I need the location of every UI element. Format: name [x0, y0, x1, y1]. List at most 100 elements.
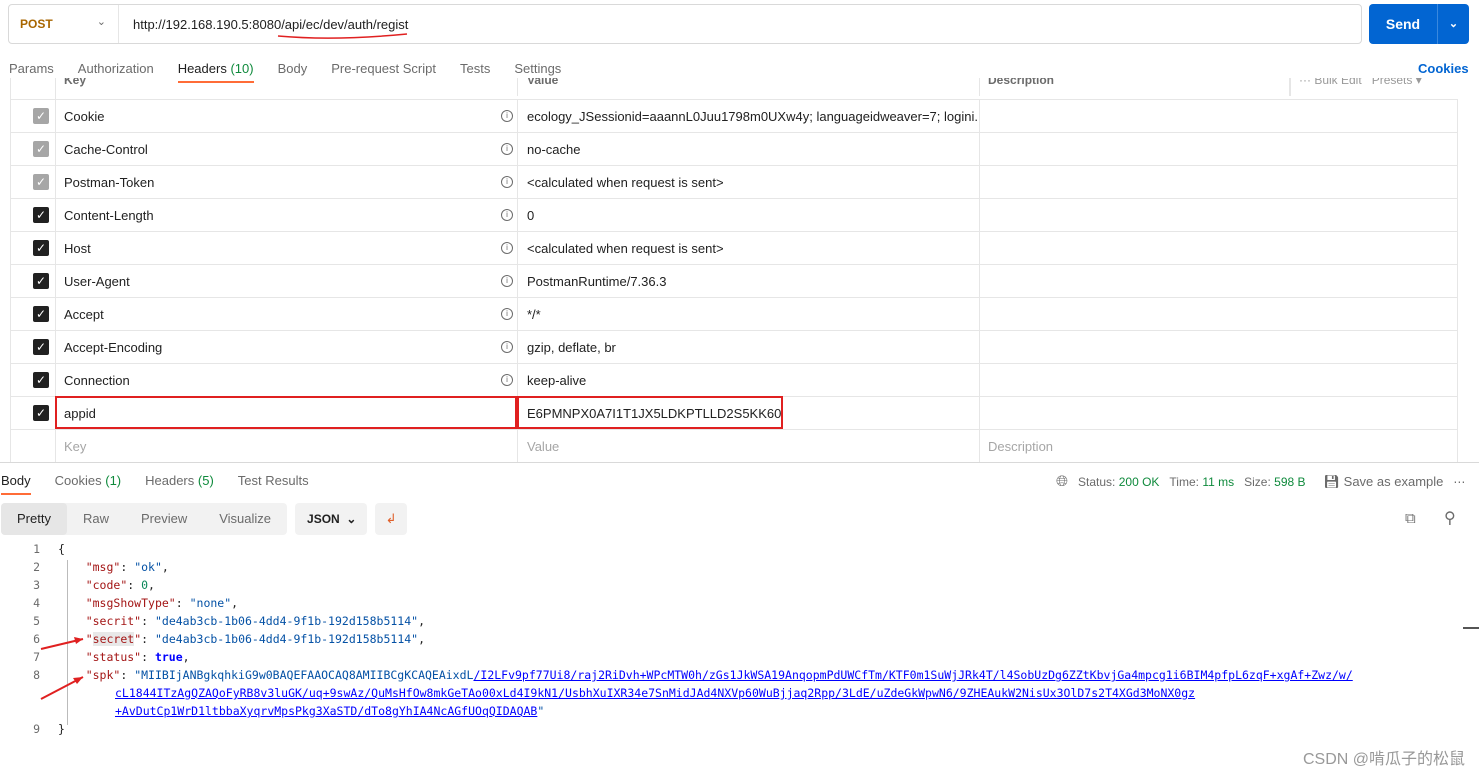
more-icon[interactable]: ⋯: [1453, 475, 1465, 489]
header-key[interactable]: Connection i: [56, 364, 518, 397]
spk-link[interactable]: /I2LFv9pf77Ui8/raj2RiDvh+WPcMTW0h/zGs1Jk…: [473, 668, 1352, 682]
row-checkbox[interactable]: ✓: [33, 339, 49, 355]
tab-response-body[interactable]: Body: [1, 473, 43, 495]
row-checkbox[interactable]: ✓: [33, 174, 49, 190]
row-checkbox[interactable]: ✓: [33, 141, 49, 157]
header-key[interactable]: Content-Length i: [56, 199, 518, 232]
header-value[interactable]: ecology_JSessionid=aaannL0Juu1798m0UXw4y…: [518, 100, 980, 133]
header-value[interactable]: keep-alive: [518, 364, 980, 397]
row-checkbox[interactable]: ✓: [33, 405, 49, 421]
globe-icon[interactable]: 🌐︎: [1056, 473, 1068, 490]
header-value[interactable]: 0: [518, 199, 980, 232]
bulk-edit-link[interactable]: Bulk Edit: [1314, 78, 1361, 87]
header-key[interactable]: Host i: [56, 232, 518, 265]
table-row: ✓ User-Agent i PostmanRuntime/7.36.3: [11, 265, 1458, 298]
tab-headers[interactable]: Headers (10): [177, 61, 266, 83]
header-value[interactable]: <calculated when request is sent>: [518, 232, 980, 265]
tab-settings[interactable]: Settings: [514, 61, 573, 76]
header-key[interactable]: Postman-Token i: [56, 166, 518, 199]
search-icon[interactable]: ⚲: [1444, 508, 1456, 528]
time-value: 11 ms: [1202, 474, 1235, 489]
header-value[interactable]: gzip, deflate, br: [518, 331, 980, 364]
tab-pre-request-script[interactable]: Pre-request Script: [331, 61, 448, 76]
cookies-link[interactable]: Cookies: [1418, 61, 1469, 76]
annotation-arrow: [40, 637, 84, 650]
row-checkbox[interactable]: ✓: [33, 108, 49, 124]
wrap-lines-icon[interactable]: ↲: [375, 503, 408, 535]
info-icon[interactable]: i: [501, 341, 513, 353]
header-description[interactable]: [980, 199, 1458, 232]
request-bar: POST ⌄ http://192.168.190.5:8080/api/ec/d…: [8, 4, 1362, 44]
url-host: http://192.168.190.5:8080: [133, 17, 282, 32]
view-switcher: Pretty Raw Preview Visualize: [1, 503, 288, 535]
info-icon[interactable]: i: [501, 374, 513, 386]
table-row: ✓ Accept i */*: [11, 298, 1458, 331]
info-icon[interactable]: i: [501, 209, 513, 221]
view-visualize[interactable]: Visualize: [203, 503, 287, 535]
tab-response-cookies[interactable]: Cookies (1): [55, 473, 133, 488]
header-key[interactable]: User-Agent i: [56, 265, 518, 298]
row-checkbox[interactable]: ✓: [33, 306, 49, 322]
save-icon: 💾︎: [1323, 473, 1341, 489]
header-key[interactable]: Accept-Encoding i: [56, 331, 518, 364]
info-icon[interactable]: i: [501, 176, 513, 188]
response-toolbar: Pretty Raw Preview Visualize JSON ⌄ ↲: [1, 503, 408, 535]
header-description[interactable]: [980, 166, 1458, 199]
divider: [0, 462, 1479, 463]
info-icon[interactable]: i: [501, 143, 513, 155]
header-description[interactable]: [980, 133, 1458, 166]
spk-link[interactable]: +AvDutCp1WrD1ltbbaXyqrvMpsPkg3XaSTD/dTo8…: [115, 704, 537, 718]
tab-params[interactable]: Params: [9, 61, 66, 76]
presets-dropdown[interactable]: Presets: [1372, 78, 1413, 87]
table-row: ✓ Postman-Token i <calculated when reques…: [11, 166, 1458, 199]
tab-tests[interactable]: Tests: [460, 61, 502, 76]
header-description[interactable]: [980, 265, 1458, 298]
annotation-box-value: [517, 396, 783, 429]
row-checkbox[interactable]: ✓: [33, 240, 49, 256]
header-description[interactable]: [980, 232, 1458, 265]
view-pretty[interactable]: Pretty: [1, 503, 67, 535]
new-key-input[interactable]: Key: [56, 430, 518, 463]
header-description[interactable]: [980, 397, 1458, 430]
info-icon[interactable]: i: [501, 275, 513, 287]
header-description[interactable]: [980, 100, 1458, 133]
new-value-input[interactable]: Value: [518, 430, 980, 463]
response-meta: 🌐︎ Status: 200 OK Time: 11 ms Size: 598 …: [1056, 473, 1466, 490]
save-as-example-button[interactable]: 💾︎ Save as example: [1324, 474, 1444, 490]
chevron-down-icon[interactable]: ⌄: [1437, 4, 1469, 44]
row-checkbox[interactable]: ✓: [33, 372, 49, 388]
header-description[interactable]: [980, 331, 1458, 364]
method-select[interactable]: POST ⌄: [9, 5, 119, 43]
header-key[interactable]: Cookie i: [56, 100, 518, 133]
header-description[interactable]: [980, 298, 1458, 331]
tab-authorization[interactable]: Authorization: [78, 61, 166, 76]
method-label: POST: [20, 17, 53, 31]
column-value: Value: [518, 78, 980, 96]
format-select[interactable]: JSON ⌄: [295, 503, 368, 535]
view-preview[interactable]: Preview: [125, 503, 203, 535]
spk-link[interactable]: cL1844ITzAgQZAQoFyRB8v3luGK/uq+9swAz/QuM…: [115, 686, 1195, 700]
info-icon[interactable]: i: [501, 110, 513, 122]
copy-icon[interactable]: ⧉: [1405, 510, 1416, 527]
tab-body[interactable]: Body: [278, 61, 320, 76]
scrollbar[interactable]: [1463, 627, 1479, 629]
view-raw[interactable]: Raw: [67, 503, 125, 535]
header-key[interactable]: Cache-Control i: [56, 133, 518, 166]
header-value[interactable]: no-cache: [518, 133, 980, 166]
header-description[interactable]: [980, 364, 1458, 397]
table-row: ✓ Cookie i ecology_JSessionid=aaannL0Juu1…: [11, 100, 1458, 133]
row-checkbox[interactable]: ✓: [33, 273, 49, 289]
column-description: Description: [980, 78, 1290, 96]
send-label: Send: [1385, 16, 1421, 32]
tab-test-results[interactable]: Test Results: [238, 473, 321, 488]
new-description-input[interactable]: Description: [980, 430, 1458, 463]
info-icon[interactable]: i: [501, 242, 513, 254]
header-value[interactable]: <calculated when request is sent>: [518, 166, 980, 199]
row-checkbox[interactable]: ✓: [33, 207, 49, 223]
header-value[interactable]: PostmanRuntime/7.36.3: [518, 265, 980, 298]
tab-response-headers[interactable]: Headers (5): [145, 473, 226, 488]
send-button[interactable]: Send ⌄: [1369, 4, 1469, 44]
info-icon[interactable]: i: [501, 308, 513, 320]
header-key[interactable]: Accept i: [56, 298, 518, 331]
header-value[interactable]: */*: [518, 298, 980, 331]
